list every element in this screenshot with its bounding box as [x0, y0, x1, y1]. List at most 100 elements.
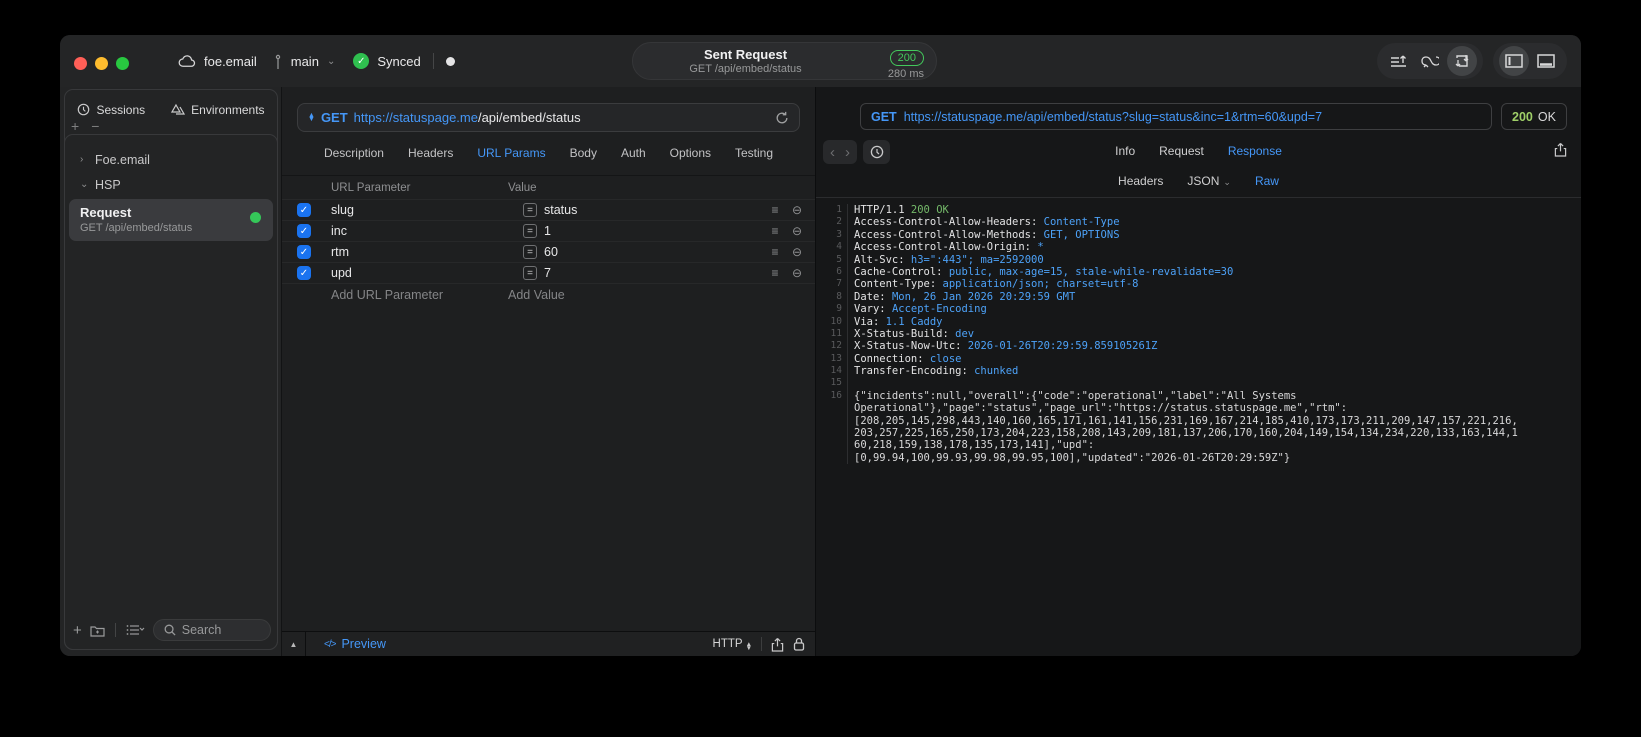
json-dropdown-chevron-icon[interactable]: ⌄ — [1223, 177, 1231, 187]
sent-request-subtitle: GET /api/embed/status — [689, 63, 802, 75]
line-content: Access-Control-Allow-Origin: * — [854, 241, 1044, 254]
tab-testing[interactable]: Testing — [735, 146, 773, 166]
param-row-slug[interactable]: ✓ slug = status ≡ ⊖ — [282, 199, 815, 220]
collapse-sidebar-button[interactable]: ▲ — [282, 632, 306, 656]
chevron-right-icon[interactable]: › — [80, 154, 88, 165]
param-remove-icon[interactable]: ⊖ — [790, 224, 804, 238]
raw-response-line: 8 Date: Mon, 26 Jan 2026 20:29:59 GMT — [816, 290, 1581, 304]
tab-auth[interactable]: Auth — [621, 146, 646, 166]
forward-button[interactable]: › — [845, 144, 850, 161]
param-options-icon[interactable]: ≡ — [768, 203, 782, 217]
param-row-rtm[interactable]: ✓ rtm = 60 ≡ ⊖ — [282, 241, 815, 262]
sort-list-icon[interactable] — [126, 624, 145, 636]
param-value[interactable]: status — [544, 203, 768, 217]
tab-options[interactable]: Options — [670, 146, 711, 166]
zoom-window-button[interactable] — [116, 57, 129, 70]
param-row-upd[interactable]: ✓ upd = 7 ≡ ⊖ — [282, 262, 815, 283]
tab-info[interactable]: Info — [1115, 144, 1135, 158]
sent-request-title: Sent Request — [703, 47, 788, 62]
tab-headers[interactable]: Headers — [408, 146, 453, 166]
request-item-subtitle: GET /api/embed/status — [80, 222, 193, 234]
dynamic-values-icon[interactable] — [1415, 46, 1445, 76]
add-param-row[interactable]: Add URL Parameter Add Value — [282, 283, 815, 306]
param-options-icon[interactable]: ≡ — [768, 224, 782, 238]
tab-body[interactable]: Body — [570, 146, 597, 166]
tab-request[interactable]: Request — [1159, 144, 1204, 158]
method-stepper-icon[interactable]: ▲ ▼ — [308, 112, 315, 123]
tab-json[interactable]: JSON ⌄ — [1187, 174, 1231, 195]
raw-response-line: 11 X-Status-Build: dev — [816, 327, 1581, 341]
request-method[interactable]: GET — [321, 110, 348, 125]
add-url-parameter-placeholder[interactable]: Add URL Parameter — [282, 288, 508, 302]
response-url-box[interactable]: GET https://statuspage.me/api/embed/stat… — [860, 103, 1492, 130]
param-checkbox[interactable]: ✓ — [297, 203, 311, 217]
left-sidebar-toggle-icon[interactable] — [1499, 46, 1529, 76]
tree-group-hsp[interactable]: ⌄ HSP — [65, 172, 277, 197]
tab-headers[interactable]: Headers — [1118, 174, 1163, 195]
share-icon[interactable] — [771, 637, 784, 652]
param-remove-icon[interactable]: ⊖ — [790, 203, 804, 217]
response-raw-view[interactable]: 1 HTTP/1.1 200 OK 2 Access-Control-Allow-He… — [816, 197, 1581, 465]
param-name[interactable]: slug — [331, 203, 523, 217]
param-checkbox[interactable]: ✓ — [297, 224, 311, 238]
add-value-placeholder[interactable]: Add Value — [508, 288, 565, 302]
param-checkbox[interactable]: ✓ — [297, 266, 311, 280]
line-number: 13 — [830, 352, 842, 364]
param-options-icon[interactable]: ≡ — [768, 266, 782, 280]
protocol-select[interactable]: HTTP ▲ ▼ — [713, 638, 752, 652]
tab-response[interactable]: Response — [1228, 144, 1282, 158]
sent-request-pill[interactable]: Sent Request GET /api/embed/status 200 2… — [632, 42, 937, 80]
branch-name[interactable]: main — [291, 54, 319, 69]
sort-requests-icon[interactable] — [1383, 46, 1413, 76]
param-value[interactable]: 7 — [544, 266, 768, 280]
bottom-panel-toggle-icon[interactable] — [1531, 46, 1561, 76]
param-name[interactable]: inc — [331, 224, 523, 238]
request-url-host[interactable]: https://statuspage.me — [354, 110, 478, 125]
param-name[interactable]: upd — [331, 266, 523, 280]
param-row-inc[interactable]: ✓ inc = 1 ≡ ⊖ — [282, 220, 815, 241]
raw-response-line: 13 Connection: close — [816, 352, 1581, 366]
new-folder-icon[interactable] — [90, 624, 105, 637]
response-share-icon[interactable] — [1554, 142, 1567, 157]
history-clock-icon[interactable] — [863, 140, 890, 164]
session-dot-icon[interactable] — [445, 56, 455, 66]
project-name[interactable]: foe.email — [204, 54, 257, 69]
line-number: 5 — [836, 253, 842, 265]
param-remove-icon[interactable]: ⊖ — [790, 266, 804, 280]
line-content: [0,99.94,100,99.93,99.98,99.95,100],"upd… — [854, 451, 1291, 464]
tree-group-foe-email[interactable]: › Foe.email — [65, 147, 277, 172]
param-name[interactable]: rtm — [331, 245, 523, 259]
branch-chevron-down-icon[interactable]: ⌄ — [327, 56, 335, 67]
equals-icon: = — [523, 266, 537, 280]
tab-environments[interactable]: Environments — [171, 99, 265, 120]
back-button[interactable]: ‹ — [830, 144, 835, 161]
param-options-icon[interactable]: ≡ — [768, 245, 782, 259]
lock-icon[interactable] — [793, 637, 805, 651]
add-request-button[interactable]: + — [73, 622, 82, 639]
request-list-item-selected[interactable]: Request GET /api/embed/status — [69, 199, 273, 241]
remove-session-button[interactable]: − — [91, 119, 99, 134]
tab-sessions[interactable]: Sessions — [77, 99, 145, 120]
add-session-button[interactable]: + — [71, 119, 79, 134]
param-value[interactable]: 60 — [544, 245, 768, 259]
request-url-bar[interactable]: ▲ ▼ GET https://statuspage.me/api/embed/s… — [297, 103, 800, 132]
minimize-window-button[interactable] — [95, 57, 108, 70]
tab-raw[interactable]: Raw — [1255, 174, 1279, 195]
resend-request-icon[interactable] — [775, 111, 789, 125]
preview-button[interactable]: </> Preview — [324, 637, 386, 651]
response-subtabs: Headers JSON ⌄ Raw — [816, 174, 1581, 195]
request-url-path[interactable]: /api/embed/status — [478, 110, 581, 125]
search-input[interactable]: Search — [152, 619, 271, 641]
tab-url-params[interactable]: URL Params — [477, 146, 545, 166]
tab-description[interactable]: Description — [324, 146, 384, 166]
param-remove-icon[interactable]: ⊖ — [790, 245, 804, 259]
param-checkbox[interactable]: ✓ — [297, 245, 311, 259]
send-receive-panel-icon[interactable] — [1447, 46, 1477, 76]
sync-status[interactable]: Synced — [377, 54, 420, 69]
sidebar: Sessions Environments + − › Foe.email ⌄ … — [60, 87, 281, 656]
param-value[interactable]: 1 — [544, 224, 768, 238]
response-duration: 280 ms — [887, 68, 924, 80]
chevron-down-icon[interactable]: ⌄ — [80, 179, 88, 190]
line-number: 14 — [830, 365, 842, 377]
close-window-button[interactable] — [74, 57, 87, 70]
